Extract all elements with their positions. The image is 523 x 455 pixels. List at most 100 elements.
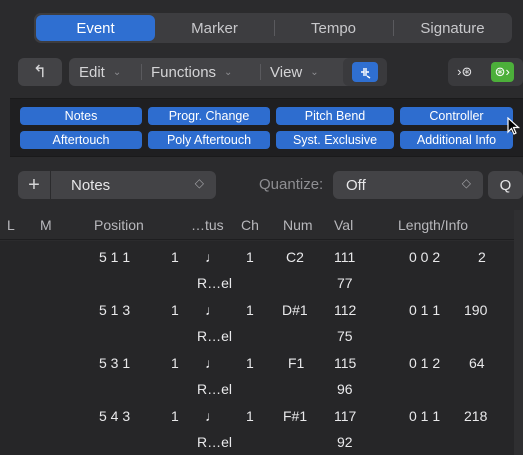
view-menu-label: View (270, 63, 303, 81)
tab-tempo[interactable]: Tempo (274, 13, 393, 43)
val-cell: 111 (334, 249, 356, 265)
event-filter-panel: Notes Progr. Change Pitch Bend Controlle… (10, 98, 523, 157)
column-header-length[interactable]: Length/Info (398, 217, 468, 233)
filter-notes-button[interactable]: Notes (20, 107, 142, 125)
length-cell: 0 1 2 (409, 355, 441, 371)
table-row[interactable]: 5 1 1 1 ♩ 1 C2 111 0 0 2 2 (0, 246, 523, 269)
midi-in-icon[interactable]: ›⊛ (457, 64, 472, 80)
filter-program-change-button[interactable]: Progr. Change (148, 107, 270, 125)
tab-marker[interactable]: Marker (155, 13, 274, 43)
up-arrow-icon: ↰ (32, 62, 48, 81)
quantize-select[interactable]: Off ◇ (333, 171, 483, 199)
table-row[interactable]: 5 1 3 1 ♩ 1 D#1 112 0 1 1 190 (0, 299, 523, 322)
num-cell: F1 (288, 355, 305, 371)
filter-pitch-bend-button[interactable]: Pitch Bend (276, 107, 394, 125)
plus-icon: + (28, 173, 40, 196)
filter-poly-aftertouch-button[interactable]: Poly Aftertouch (148, 131, 270, 149)
position-sub-cell: 1 (171, 249, 179, 265)
status-sub-cell: R…el (197, 328, 233, 344)
view-menu[interactable]: View ⌄ (260, 58, 354, 86)
table-row[interactable]: 5 3 1 1 ♩ 1 F1 115 0 1 2 64 (0, 352, 523, 375)
val-cell: 115 (334, 355, 357, 371)
filter-aftertouch-button[interactable]: Aftertouch (20, 131, 142, 149)
event-type-value: Notes (71, 176, 111, 194)
status-sub-cell: R…el (197, 434, 233, 450)
event-type-tabbar: Event Marker Tempo Signature (34, 13, 512, 43)
channel-cell: 1 (246, 355, 254, 371)
quantize-label: Quantize: (259, 176, 324, 193)
length-tick-cell: 218 (464, 408, 488, 424)
length-cell: 0 0 2 (409, 249, 441, 265)
edit-menu-label: Edit (79, 63, 105, 81)
position-sub-cell: 1 (171, 302, 179, 318)
position-sub-cell: 1 (171, 355, 179, 371)
filter-controller-button[interactable]: Controller (400, 107, 513, 125)
table-row-sub[interactable]: R…el 92 (0, 431, 523, 454)
note-icon: ♩ (205, 249, 219, 265)
midi-io-group: ›⊛ ⊛› (448, 58, 523, 86)
menu-segment: Edit ⌄ Functions ⌄ View ⌄ (69, 58, 354, 86)
list-scrollbar[interactable] (514, 210, 523, 455)
length-tick-cell: 64 (469, 355, 485, 371)
velocity-off-cell: 75 (337, 328, 353, 344)
table-row-sub[interactable]: R…el 96 (0, 378, 523, 401)
column-header-num[interactable]: Num (283, 217, 313, 233)
length-cell: 0 1 1 (409, 408, 441, 424)
event-type-select[interactable]: Notes ◇ (51, 171, 216, 199)
filter-additional-info-button[interactable]: Additional Info (400, 131, 513, 149)
add-event-button[interactable]: + (18, 171, 50, 199)
table-row[interactable]: 5 4 3 1 ♩ 1 F#1 117 0 1 1 218 (0, 405, 523, 428)
table-row-sub[interactable]: R…el 77 (0, 272, 523, 295)
quantize-value: Off (346, 176, 366, 194)
velocity-off-cell: 96 (337, 381, 353, 397)
note-icon: ♩ (205, 355, 219, 371)
num-cell: C2 (286, 249, 304, 265)
column-header-status[interactable]: …tus (191, 217, 224, 233)
updown-chevron-icon: ◇ (461, 176, 471, 190)
position-cell: 5 4 3 (99, 408, 131, 424)
table-row-sub[interactable]: R…el 75 (0, 325, 523, 348)
column-header-val[interactable]: Val (334, 217, 353, 233)
event-create-bar: + Notes ◇ Quantize: Off ◇ Q (10, 171, 523, 199)
note-icon: ♩ (205, 408, 219, 424)
status-sub-cell: R…el (197, 275, 233, 291)
event-list-header: L M Position …tus Ch Num Val Length/Info (0, 210, 523, 240)
column-header-l[interactable]: L (7, 217, 15, 233)
list-toolbar: ↰ Edit ⌄ Functions ⌄ View ⌄ ›⊛ ⊛› (18, 58, 523, 86)
mouse-cursor-icon (507, 117, 521, 135)
chevron-down-icon: ⌄ (224, 66, 233, 78)
tab-signature[interactable]: Signature (393, 13, 512, 43)
num-cell: F#1 (283, 408, 308, 424)
chevron-down-icon: ⌄ (310, 66, 319, 78)
channel-cell: 1 (246, 408, 254, 424)
channel-cell: 1 (246, 249, 254, 265)
position-sub-cell: 1 (171, 408, 179, 424)
quantize-button-label: Q (499, 176, 512, 194)
channel-cell: 1 (246, 302, 254, 318)
val-cell: 112 (334, 302, 357, 318)
status-sub-cell: R…el (197, 381, 233, 397)
length-tick-cell: 2 (478, 249, 486, 265)
edit-menu[interactable]: Edit ⌄ (69, 58, 141, 86)
catch-playhead-button[interactable] (343, 58, 387, 86)
updown-chevron-icon: ◇ (194, 176, 204, 190)
column-header-channel[interactable]: Ch (241, 217, 259, 233)
catch-icon (352, 62, 378, 82)
column-header-m[interactable]: M (40, 217, 52, 233)
position-cell: 5 3 1 (99, 355, 131, 371)
val-cell: 117 (334, 408, 357, 424)
tab-event[interactable]: Event (36, 15, 155, 41)
event-list: 5 1 1 1 ♩ 1 C2 111 0 0 2 2 R…el 77 5 1 3… (0, 241, 523, 455)
position-cell: 5 1 3 (99, 302, 131, 318)
velocity-off-cell: 77 (337, 275, 353, 291)
quantize-button[interactable]: Q (488, 171, 523, 199)
go-up-button[interactable]: ↰ (18, 58, 62, 86)
filter-sysex-button[interactable]: Syst. Exclusive (276, 131, 394, 149)
column-header-position[interactable]: Position (94, 217, 144, 233)
midi-out-icon[interactable]: ⊛› (490, 62, 514, 82)
chevron-down-icon: ⌄ (112, 66, 122, 78)
functions-menu[interactable]: Functions ⌄ (141, 58, 260, 86)
length-tick-cell: 190 (464, 302, 488, 318)
length-cell: 0 1 1 (409, 302, 441, 318)
position-cell: 5 1 1 (99, 249, 131, 265)
